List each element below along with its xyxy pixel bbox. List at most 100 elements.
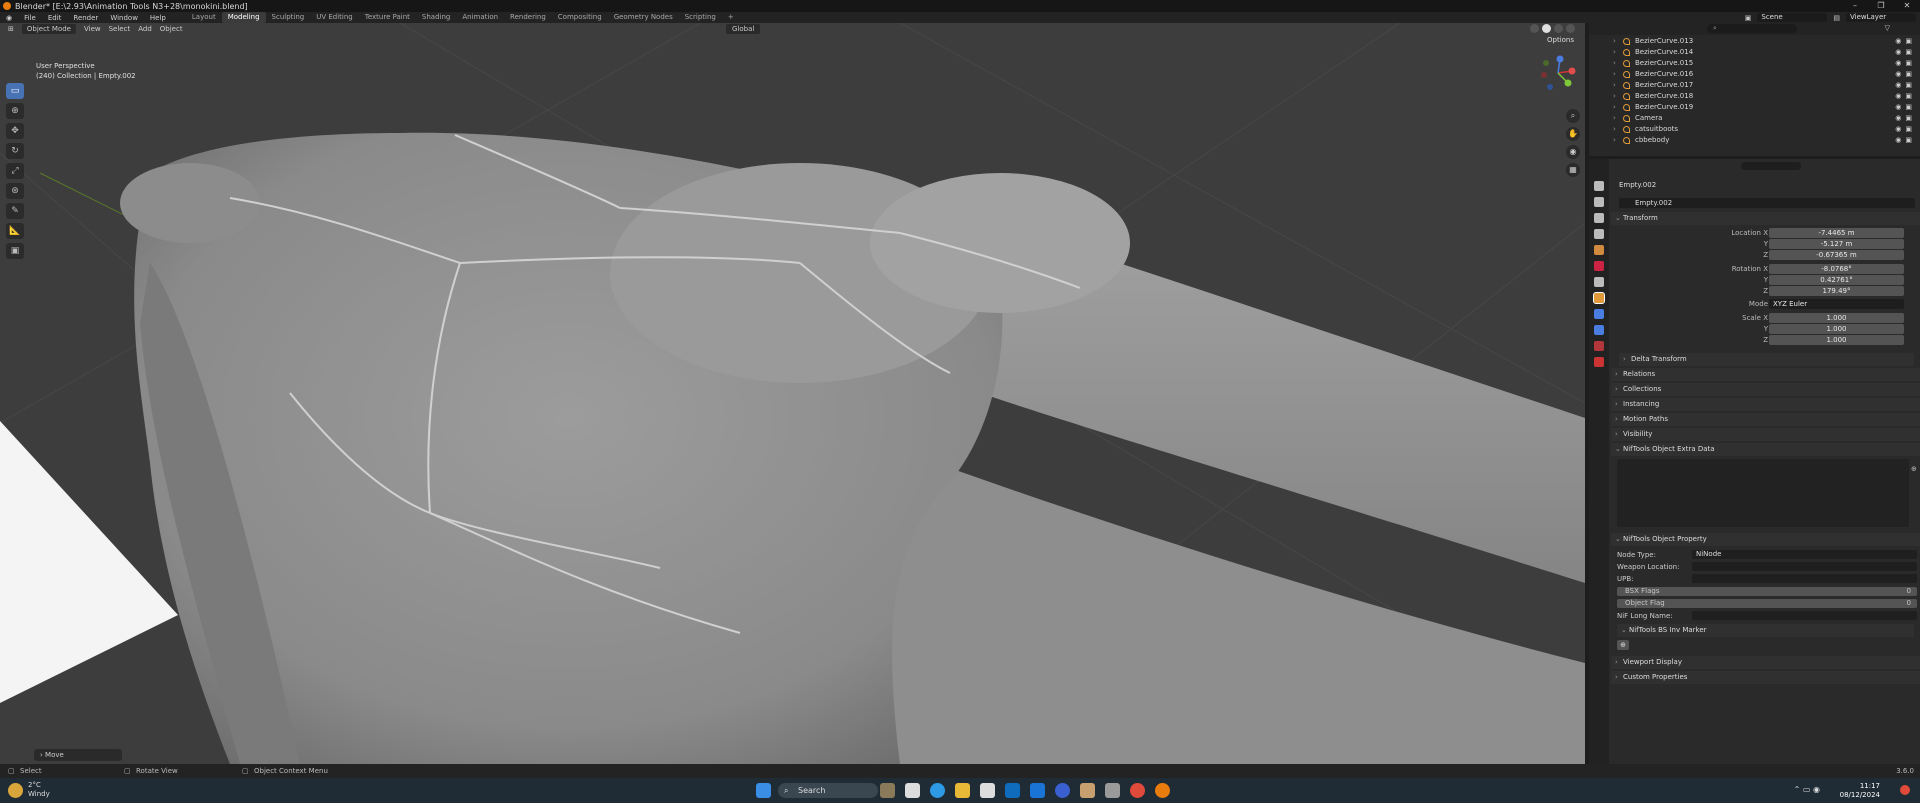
weather-widget[interactable]: 2°C Windy	[28, 781, 50, 799]
outliner-item[interactable]: › BezierCurve.018 ◉▣	[1589, 91, 1920, 102]
blender-menu-icon[interactable]: ◉	[0, 14, 18, 22]
material-shading-icon[interactable]	[1554, 24, 1563, 33]
add-workspace-button[interactable]: +	[722, 12, 740, 23]
properties-editor[interactable]: Empty.002 Empty.002 ⌄ Transform Location …	[1589, 159, 1920, 764]
delta-transform-section[interactable]: › Delta Transform	[1619, 353, 1914, 366]
menu-object[interactable]: Object	[160, 25, 183, 33]
texture-tab-icon[interactable]	[1594, 357, 1604, 367]
add-marker-button[interactable]: ⊕	[1617, 640, 1629, 650]
outlook-icon[interactable]	[1005, 783, 1020, 798]
outliner-item[interactable]: › BezierCurve.019 ◉▣	[1589, 102, 1920, 113]
menu-view[interactable]: View	[84, 25, 101, 33]
object-flag-field[interactable]: Object Flag 0	[1617, 599, 1917, 608]
physics-tab-icon[interactable]	[1594, 309, 1604, 319]
menu-render[interactable]: Render	[67, 14, 104, 22]
niftools-object-property-section[interactable]: ⌄ NifTools Object Property	[1611, 533, 1920, 546]
menu-add[interactable]: Add	[138, 25, 152, 33]
rotate-icon[interactable]: ↻	[6, 143, 24, 159]
tab-shading[interactable]: Shading	[416, 12, 456, 23]
outliner-item[interactable]: › Camera ◉▣	[1589, 113, 1920, 124]
store-icon[interactable]	[980, 783, 995, 798]
move-icon[interactable]: ✥	[6, 123, 24, 139]
outliner-item[interactable]: › cbbebody ◉▣	[1589, 135, 1920, 146]
add-cube-icon[interactable]: ▣	[6, 243, 24, 259]
upb-input[interactable]	[1692, 574, 1917, 583]
tab-modeling[interactable]: Modeling	[221, 12, 266, 23]
tab-scripting[interactable]: Scripting	[679, 12, 722, 23]
close-button[interactable]: ✕	[1894, 0, 1920, 12]
app-icon[interactable]	[1030, 783, 1045, 798]
expand-arrow-icon[interactable]: ›	[1613, 135, 1616, 146]
tab-layout[interactable]: Layout	[186, 12, 222, 23]
ortho-grid-icon[interactable]: ▦	[1566, 163, 1580, 177]
menu-file[interactable]: File	[18, 14, 42, 22]
motion-paths-section[interactable]: › Motion Paths	[1611, 413, 1920, 426]
outliner-item[interactable]: › BezierCurve.016 ◉▣	[1589, 69, 1920, 80]
notification-icon[interactable]	[1900, 785, 1910, 795]
system-tray-icons[interactable]: ⌃ ▭ ◉	[1794, 785, 1820, 794]
visibility-icon[interactable]: ◉▣	[1895, 91, 1916, 102]
visibility-icon[interactable]: ◉▣	[1895, 47, 1916, 58]
tab-compositing[interactable]: Compositing	[552, 12, 608, 23]
properties-search-input[interactable]	[1741, 162, 1801, 170]
editor-type-icon[interactable]: ⊞	[8, 25, 14, 33]
navigation-gizmo[interactable]	[1538, 53, 1578, 93]
tab-animation[interactable]: Animation	[456, 12, 504, 23]
collections-section[interactable]: › Collections	[1611, 383, 1920, 396]
last-operation-panel[interactable]: › Move	[34, 749, 122, 761]
outliner-search-input[interactable]: ⌕	[1707, 24, 1797, 33]
filter-icon[interactable]: ▽	[1885, 24, 1890, 32]
rotation-z-field[interactable]: 179.49°	[1769, 286, 1904, 296]
mode-dropdown[interactable]: Object Mode	[21, 24, 76, 34]
outliner[interactable]: ⌕ ▽ › BezierCurve.013 ◉▣ › BezierCurve.014 ◉▣…	[1589, 23, 1920, 156]
visibility-icon[interactable]: ◉▣	[1895, 102, 1916, 113]
file-explorer-icon[interactable]	[955, 783, 970, 798]
render-tab-icon[interactable]	[1594, 197, 1604, 207]
relations-section[interactable]: › Relations	[1611, 368, 1920, 381]
output-tab-icon[interactable]	[1594, 213, 1604, 223]
pan-hand-icon[interactable]: ✋	[1566, 127, 1580, 141]
visibility-section[interactable]: › Visibility	[1611, 428, 1920, 441]
object-tab-icon[interactable]	[1593, 292, 1605, 304]
instancing-section[interactable]: › Instancing	[1611, 398, 1920, 411]
menu-select[interactable]: Select	[109, 25, 131, 33]
visibility-icon[interactable]: ◉▣	[1895, 69, 1916, 80]
menu-edit[interactable]: Edit	[42, 14, 68, 22]
rotation-y-field[interactable]: 0.42761°	[1769, 275, 1904, 285]
bs-inv-marker-section[interactable]: ⌄ NifTools BS Inv Marker	[1617, 624, 1914, 637]
location-z-field[interactable]: -0.67365 m	[1769, 250, 1904, 260]
tab-rendering[interactable]: Rendering	[504, 12, 552, 23]
outliner-item[interactable]: › BezierCurve.015 ◉▣	[1589, 58, 1920, 69]
chrome-icon[interactable]	[1130, 783, 1145, 798]
widgets-icon[interactable]	[880, 783, 895, 798]
task-view-icon[interactable]	[905, 783, 920, 798]
expand-arrow-icon[interactable]: ›	[1613, 80, 1616, 91]
annotate-icon[interactable]: ✎	[6, 203, 24, 219]
scene-tab-icon[interactable]	[1594, 245, 1604, 255]
visibility-icon[interactable]: ◉▣	[1895, 36, 1916, 47]
rendered-shading-icon[interactable]	[1566, 24, 1575, 33]
extra-data-list[interactable]	[1617, 459, 1909, 527]
nif-long-name-input[interactable]	[1692, 611, 1917, 620]
visibility-icon[interactable]: ◉▣	[1895, 80, 1916, 91]
transform-section[interactable]: ⌄ Transform	[1611, 212, 1920, 225]
tab-sculpting[interactable]: Sculpting	[266, 12, 311, 23]
blender-taskbar-icon[interactable]	[1155, 783, 1170, 798]
expand-arrow-icon[interactable]: ›	[1613, 47, 1616, 58]
outliner-item[interactable]: › BezierCurve.017 ◉▣	[1589, 80, 1920, 91]
outliner-item[interactable]: › BezierCurve.014 ◉▣	[1589, 47, 1920, 58]
maximize-button[interactable]: ❐	[1868, 0, 1894, 12]
select-box-icon[interactable]: ▭	[6, 83, 24, 99]
data-tab-icon[interactable]	[1594, 341, 1604, 351]
rotation-mode-dropdown[interactable]: XYZ Euler	[1769, 299, 1904, 309]
scale-icon[interactable]: ⤢	[6, 163, 24, 179]
copilot-icon[interactable]	[1055, 783, 1070, 798]
visibility-icon[interactable]: ◉▣	[1895, 135, 1916, 146]
solid-shading-icon[interactable]	[1542, 24, 1551, 33]
world-tab-icon[interactable]	[1594, 261, 1604, 271]
transform-icon[interactable]: ⊛	[6, 183, 24, 199]
3d-viewport[interactable]: ⊞ Object Mode View Select Add Object Glo…	[0, 23, 1585, 764]
outliner-item[interactable]: › catsuitboots ◉▣	[1589, 124, 1920, 135]
menu-help[interactable]: Help	[144, 14, 172, 22]
constraints-tab-icon[interactable]	[1594, 325, 1604, 335]
